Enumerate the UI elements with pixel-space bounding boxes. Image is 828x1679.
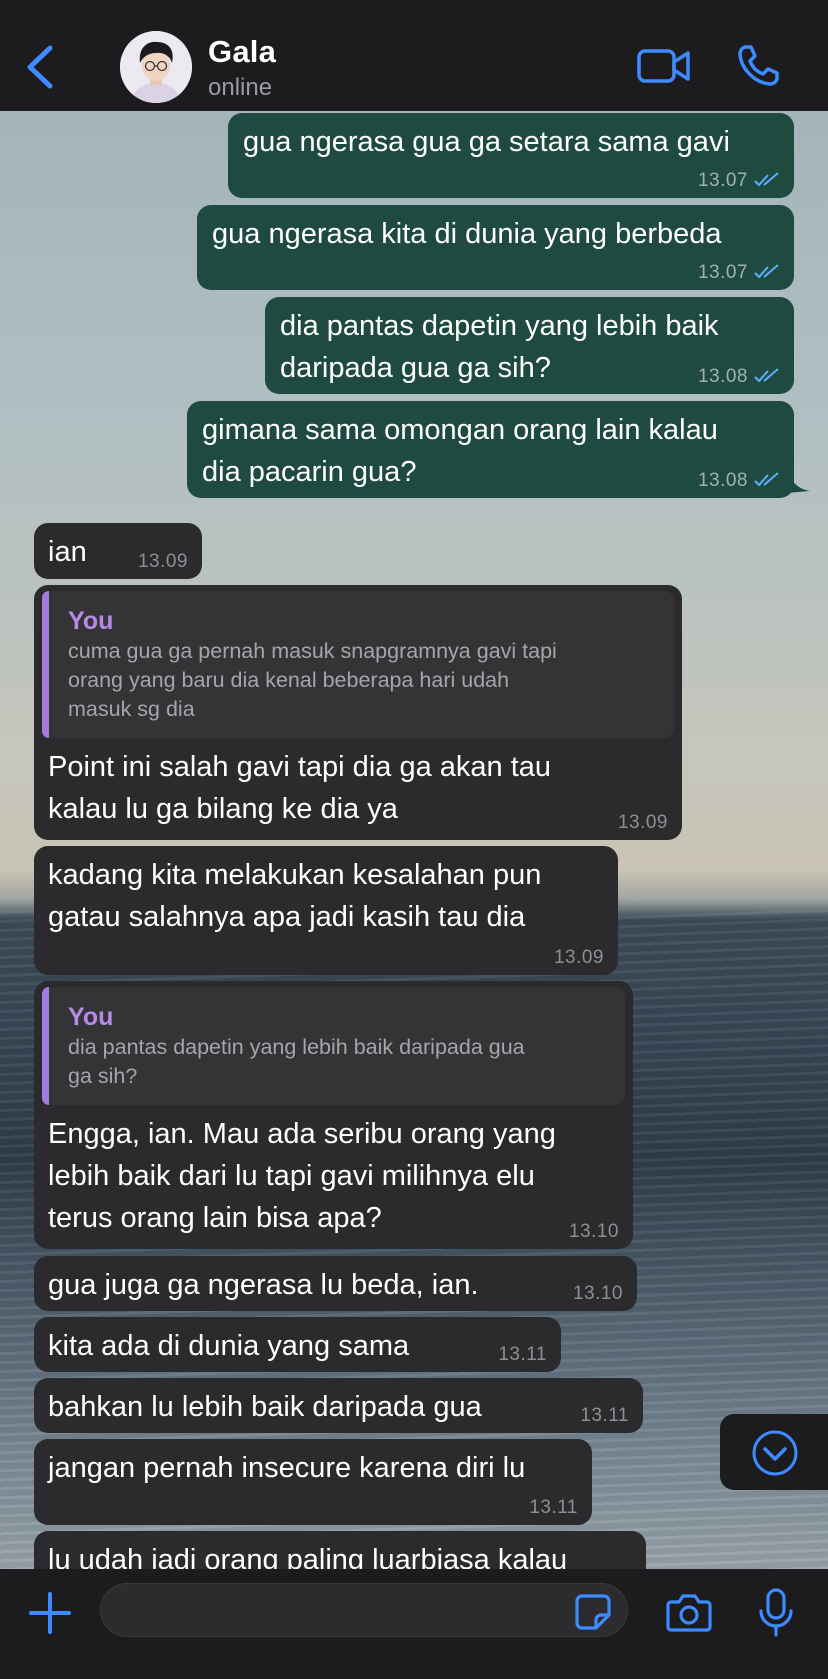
outgoing-message[interactable]: dia pantas dapetin yang lebih baik darip… — [265, 297, 794, 394]
quote-author: You — [68, 1003, 114, 1031]
outgoing-message[interactable]: gimana sama omongan orang lain kalau dia… — [187, 401, 794, 498]
message-time: 13.10 — [572, 1283, 623, 1304]
contact-name[interactable]: Gala — [208, 34, 276, 70]
message-text: lu udah jadi orang paling luarbiasa kala… — [48, 1544, 568, 1569]
message-time: 13.09 — [137, 551, 188, 572]
incoming-message[interactable]: kadang kita melakukan kesalahan pun gata… — [34, 846, 618, 975]
incoming-message[interactable]: You dia pantas dapetin yang lebih baik d… — [34, 981, 633, 1249]
message-input[interactable] — [121, 1584, 545, 1638]
message-time: 13.08 — [697, 470, 748, 491]
double-check-icon — [754, 172, 779, 187]
contact-status: online — [208, 74, 273, 101]
microphone-icon[interactable] — [756, 1587, 796, 1639]
quoted-reply[interactable]: You cuma gua ga pernah masuk snapgramnya… — [42, 591, 674, 738]
message-time: 13.08 — [697, 366, 748, 387]
message-time: 13.10 — [568, 1221, 619, 1242]
message-meta: 13.08 — [698, 366, 780, 388]
camera-icon[interactable] — [666, 1591, 712, 1633]
avatar[interactable] — [120, 31, 192, 103]
outgoing-message[interactable]: gua ngerasa kita di dunia yang berbeda 1… — [197, 205, 794, 290]
message-time: 13.09 — [553, 947, 604, 968]
message-meta: 13.08 — [698, 470, 780, 492]
message-time: 13.11 — [529, 1497, 578, 1518]
message-text: kadang kita melakukan kesalahan pun gata… — [48, 859, 542, 933]
message-text: gua ngerasa gua ga setara sama gavi — [243, 126, 730, 158]
message-text: gua ngerasa kita di dunia yang berbeda — [212, 218, 722, 250]
message-text: Engga, ian. Mau ada seribu orang yang le… — [48, 1118, 556, 1234]
sticker-icon[interactable] — [574, 1593, 612, 1631]
incoming-message[interactable]: kita ada di dunia yang sama 13.11 — [34, 1317, 561, 1372]
message-meta: 13.07 — [698, 170, 780, 192]
double-check-icon — [754, 368, 779, 383]
incoming-message[interactable]: jangan pernah insecure karena diri lu 13… — [34, 1439, 592, 1525]
message-time: 13.11 — [580, 1405, 629, 1426]
double-check-icon — [754, 472, 779, 487]
message-time: 13.09 — [617, 812, 668, 833]
message-time: 13.11 — [498, 1344, 547, 1365]
message-input-box[interactable] — [100, 1583, 628, 1638]
message-text: jangan pernah insecure karena diri lu — [48, 1452, 526, 1484]
scroll-to-bottom-button[interactable] — [720, 1414, 828, 1490]
quote-text: dia pantas dapetin yang lebih baik darip… — [68, 1035, 525, 1088]
quote-author: You — [68, 607, 114, 635]
incoming-message[interactable]: lu udah jadi orang paling luarbiasa kala… — [34, 1531, 646, 1569]
chat-header: Gala online — [0, 0, 828, 111]
message-time: 13.07 — [697, 170, 748, 191]
incoming-message[interactable]: gua juga ga ngerasa lu beda, ian. 13.10 — [34, 1256, 637, 1311]
message-text: bahkan lu lebih baik daripada gua — [48, 1391, 482, 1423]
quote-text: cuma gua ga pernah masuk snapgramnya gav… — [68, 639, 557, 721]
message-meta: 13.07 — [698, 262, 780, 284]
video-call-icon[interactable] — [636, 46, 692, 86]
plus-icon[interactable] — [28, 1591, 72, 1635]
scroll-down-icon — [752, 1430, 798, 1476]
chat-area[interactable]: gua ngerasa gua ga setara sama gavi 13.0… — [0, 111, 828, 1569]
incoming-message[interactable]: bahkan lu lebih baik daripada gua 13.11 — [34, 1378, 643, 1433]
outgoing-message[interactable]: gua ngerasa gua ga setara sama gavi 13.0… — [228, 113, 794, 198]
back-chevron-icon[interactable] — [20, 42, 60, 92]
composer-bar — [0, 1569, 828, 1679]
incoming-message[interactable]: You cuma gua ga pernah masuk snapgramnya… — [34, 585, 682, 840]
double-check-icon — [754, 264, 779, 279]
incoming-message[interactable]: ian 13.09 — [34, 523, 202, 579]
quoted-reply[interactable]: You dia pantas dapetin yang lebih baik d… — [42, 987, 625, 1105]
message-text: gimana sama omongan orang lain kalau dia… — [202, 414, 718, 488]
phone-icon[interactable] — [736, 42, 782, 88]
message-time: 13.07 — [697, 262, 748, 283]
message-text: Point ini salah gavi tapi dia ga akan ta… — [48, 751, 552, 825]
message-text: gua juga ga ngerasa lu beda, ian. — [48, 1269, 479, 1301]
message-text: kita ada di dunia yang sama — [48, 1330, 410, 1362]
